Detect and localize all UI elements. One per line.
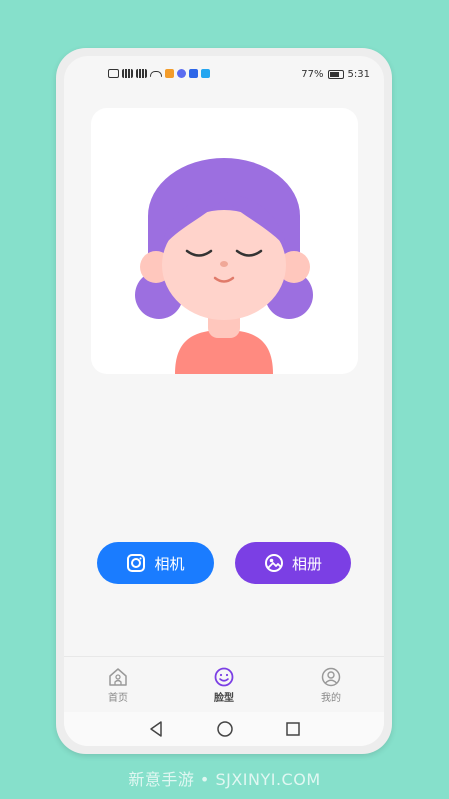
album-button[interactable]: 相册 [235,542,351,584]
tab-home[interactable]: 首页 [88,667,148,704]
tab-mine-label: 我的 [321,693,341,704]
camera-label: 相机 [154,555,185,573]
battery-icon [327,70,344,79]
camera-button[interactable]: 相机 [97,542,214,584]
bottom-tab-bar: 首页 脸型 我的 [64,656,384,713]
smile-face-icon [214,667,234,687]
phone-frame: 77% 5:31 相机 相册 首页 脸型 我的 [56,48,392,754]
status-bar: 77% 5:31 [64,68,384,84]
avatar-preview [91,108,358,374]
profile-icon [321,667,341,687]
app-screen: 77% 5:31 相机 相册 首页 脸型 我的 [64,56,384,746]
album-icon [264,554,283,572]
recents-icon[interactable] [285,720,301,738]
tab-face-shape[interactable]: 脸型 [194,667,254,704]
system-nav-bar [64,712,384,746]
avatar-nose [220,261,228,267]
app-notification-icon-3 [189,69,198,78]
clock: 5:31 [347,69,370,80]
tab-mine[interactable]: 我的 [301,667,361,704]
hd-icon [108,69,119,78]
home-icon [109,668,127,686]
back-icon[interactable] [148,720,164,738]
battery-percent: 77% [301,69,324,80]
album-label: 相册 [291,555,322,573]
status-right: 77% 5:31 [301,69,370,80]
tab-home-label: 首页 [108,693,128,704]
avatar-illustration [135,158,313,374]
app-notification-icon-2 [177,69,186,78]
home-nav-icon[interactable] [216,720,234,738]
status-icons [108,69,210,78]
tab-face-label: 脸型 [214,693,234,704]
signal-icon-2 [136,69,147,78]
watermark: 新意手游 • SJXINYI.COM [128,770,321,789]
app-notification-icon [165,69,174,78]
camera-icon [127,554,146,572]
app-notification-icon-4 [201,69,210,78]
wifi-icon [150,70,162,77]
signal-icon [122,69,133,78]
